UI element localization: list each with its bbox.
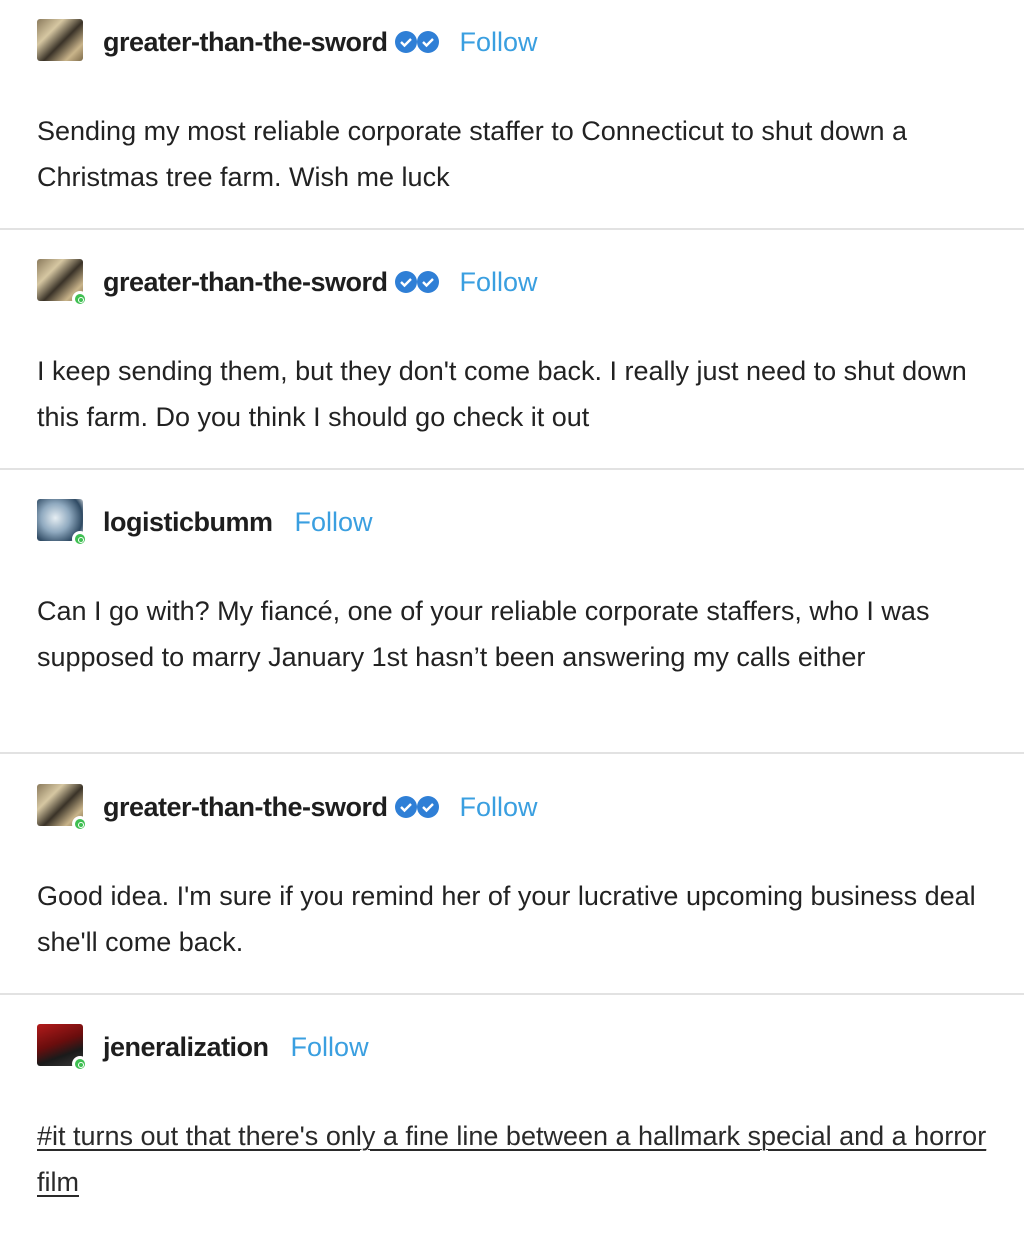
post-header: jeneralization Follow xyxy=(37,1023,369,1072)
follow-button[interactable]: Follow xyxy=(295,507,373,538)
avatar-image xyxy=(37,19,83,61)
online-status-icon xyxy=(72,291,88,307)
post-separator xyxy=(0,993,1024,995)
tag-link[interactable]: #it turns out that there's only a fine l… xyxy=(37,1121,986,1197)
verified-badge-icon xyxy=(416,271,439,293)
post-username[interactable]: greater-than-the-sword xyxy=(103,792,388,823)
follow-button[interactable]: Follow xyxy=(291,1032,369,1063)
logisticbumm-avatar-icon[interactable] xyxy=(37,499,88,547)
post-username[interactable]: greater-than-the-sword xyxy=(103,267,388,298)
reblog-thread: greater-than-the-sword Follow Sending my… xyxy=(0,0,1024,1241)
sword-blog-avatar-icon[interactable] xyxy=(37,259,88,307)
post-header: greater-than-the-sword Follow xyxy=(37,783,538,832)
follow-button[interactable]: Follow xyxy=(460,792,538,823)
verified-badge-icon xyxy=(416,796,439,818)
online-status-icon xyxy=(72,1056,88,1072)
sword-blog-avatar-icon[interactable] xyxy=(37,784,88,832)
post-body: I keep sending them, but they don't come… xyxy=(37,356,967,432)
verified-badge-icon xyxy=(394,31,417,53)
sword-blog-avatar-icon[interactable] xyxy=(37,19,85,65)
post-header: logisticbumm Follow xyxy=(37,498,373,547)
verified-badge-icon xyxy=(416,31,439,53)
verified-badges xyxy=(394,30,439,54)
post-separator xyxy=(0,752,1024,754)
verified-badges xyxy=(394,795,439,819)
follow-button[interactable]: Follow xyxy=(460,27,538,58)
post-header: greater-than-the-sword Follow xyxy=(37,258,538,307)
post-username[interactable]: jeneralization xyxy=(103,1032,269,1063)
follow-button[interactable]: Follow xyxy=(460,267,538,298)
post-separator xyxy=(0,228,1024,230)
online-status-icon xyxy=(72,816,88,832)
post-body: Can I go with? My fiancé, one of your re… xyxy=(37,596,930,672)
jeneralization-avatar-icon[interactable] xyxy=(37,1024,88,1072)
post-tags[interactable]: #it turns out that there's only a fine l… xyxy=(37,1113,987,1205)
post-body: Sending my most reliable corporate staff… xyxy=(37,116,907,192)
online-status-icon xyxy=(72,531,88,547)
post-username[interactable]: greater-than-the-sword xyxy=(103,27,388,58)
verified-badges xyxy=(394,270,439,294)
post-separator xyxy=(0,468,1024,470)
post-header: greater-than-the-sword Follow xyxy=(37,18,538,66)
post-body: Good idea. I'm sure if you remind her of… xyxy=(37,881,976,957)
post-username[interactable]: logisticbumm xyxy=(103,507,273,538)
verified-badge-icon xyxy=(394,271,417,293)
verified-badge-icon xyxy=(394,796,417,818)
